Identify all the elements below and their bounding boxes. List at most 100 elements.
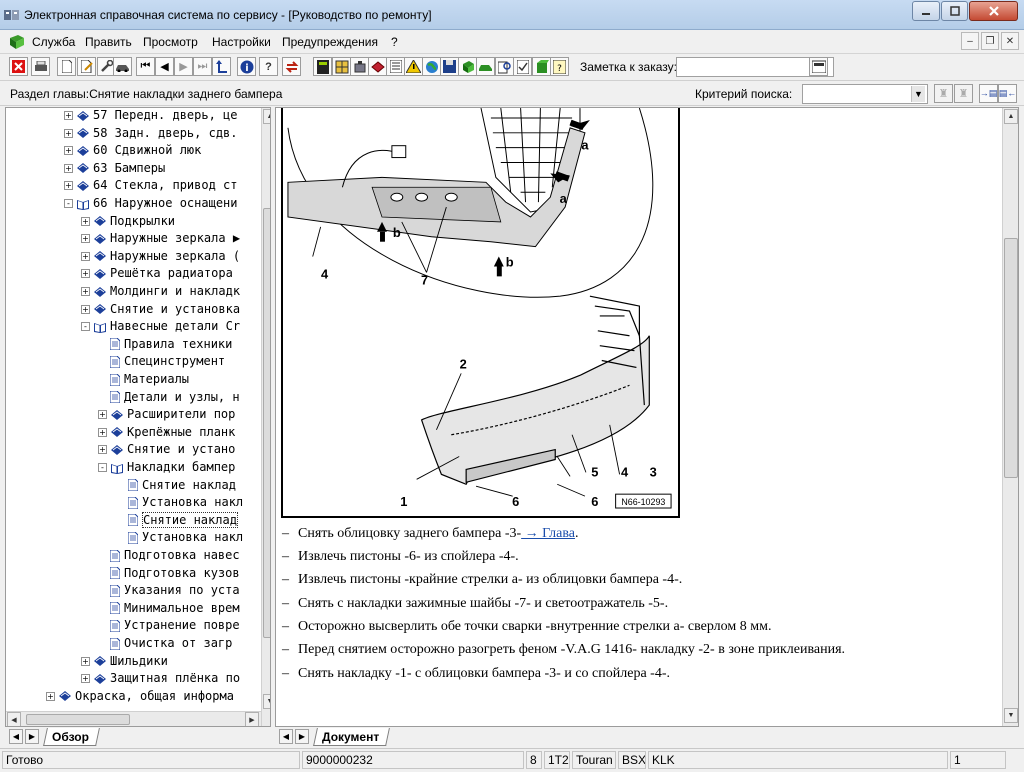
menu-warnings[interactable]: Предупреждения	[282, 35, 378, 49]
doc-scroll-up-button[interactable]: ▲	[1004, 109, 1018, 124]
expand-icon[interactable]: +	[64, 181, 73, 191]
tree-item[interactable]: + Окраска, общая информа	[46, 688, 234, 705]
expand-icon[interactable]: +	[81, 216, 90, 226]
engine-button[interactable]	[350, 57, 369, 76]
tree-item[interactable]: +60 Сдвижной люк	[64, 142, 201, 159]
expand-icon[interactable]: +	[81, 287, 90, 296]
minimize-button[interactable]	[912, 1, 940, 21]
collapse-button[interactable]: →▤	[979, 84, 998, 103]
expand-icon[interactable]: +	[81, 234, 90, 244]
tree-item[interactable]: Снятие наклад	[128, 477, 236, 494]
tree-item[interactable]: Минимальное врем	[110, 600, 240, 617]
collapse-icon[interactable]: -	[64, 199, 73, 208]
expand-icon[interactable]: +	[64, 111, 73, 120]
last-page-button[interactable]: ⏭	[193, 57, 212, 76]
jump-button[interactable]	[212, 57, 231, 76]
expand-icon[interactable]: +	[64, 128, 73, 138]
expand-icon[interactable]: +	[81, 656, 90, 666]
doc-scroll-thumb[interactable]	[1004, 238, 1018, 478]
expand-icon[interactable]: +	[64, 146, 73, 156]
tree-item[interactable]: + Снятие и устано	[98, 441, 235, 458]
info-button[interactable]: i	[237, 57, 256, 76]
doc-tab-scroll-left-button[interactable]: ◀	[279, 729, 293, 744]
tree-item[interactable]: + Наружные зеркала ▶	[81, 230, 240, 247]
notes-button[interactable]: ?	[550, 57, 569, 76]
menu-help[interactable]: ?	[391, 35, 398, 49]
tree-vertical-scrollbar[interactable]: ▲ ▼	[261, 108, 270, 726]
tree-item[interactable]: Установка накл	[128, 529, 243, 546]
tree-item[interactable]: + Крепёжные планк	[98, 424, 235, 441]
search-criteria-select[interactable]: ▼	[802, 84, 928, 104]
tree-item[interactable]: + Шильдики	[81, 653, 168, 670]
tree-item[interactable]: - Навесные детали Cr	[81, 318, 240, 335]
search-prev-button[interactable]: ♜	[934, 84, 953, 103]
expand-icon[interactable]: +	[81, 269, 90, 279]
tree-item[interactable]: Установка накл	[128, 494, 243, 511]
tree-item[interactable]: + Снятие и установка	[81, 301, 240, 318]
menu-edit[interactable]: Править	[85, 35, 132, 49]
exit-button[interactable]	[9, 57, 28, 76]
tree-item[interactable]: + Наружные зеркала (	[81, 248, 240, 265]
expand-icon[interactable]: +	[46, 691, 55, 701]
tree-item[interactable]: +57 Передн. дверь, це	[64, 108, 238, 124]
component-green-button[interactable]	[458, 57, 477, 76]
globe-button[interactable]	[422, 57, 441, 76]
print-button[interactable]	[31, 57, 50, 76]
save-button[interactable]	[440, 57, 459, 76]
collapse-icon[interactable]: -	[81, 322, 90, 332]
tree-item[interactable]: +63 Бамперы	[64, 160, 165, 177]
first-page-button[interactable]: ⏮	[136, 57, 155, 76]
doc-scroll-down-button[interactable]: ▼	[1004, 708, 1018, 723]
list-button[interactable]	[386, 57, 405, 76]
tree-hscroll-thumb[interactable]	[26, 714, 130, 725]
tree-item[interactable]: - 66 Наружное оснащени	[64, 195, 238, 212]
tree-scroll-thumb[interactable]	[263, 208, 270, 638]
search-next-button[interactable]: ♜	[954, 84, 973, 103]
tree-item[interactable]: + Расширители пор	[98, 406, 235, 423]
tree-horizontal-scrollbar[interactable]: ◀ ▶	[6, 711, 261, 726]
maximize-button[interactable]	[941, 1, 968, 21]
refresh-button[interactable]	[282, 57, 301, 76]
scroll-down-button[interactable]: ▼	[263, 694, 270, 709]
database-button[interactable]	[532, 57, 551, 76]
tree-item[interactable]: + Подкрылки	[81, 213, 175, 230]
chapter-link[interactable]: → Глава	[521, 526, 575, 541]
expand-icon[interactable]: +	[81, 304, 90, 314]
scroll-left-button[interactable]: ◀	[7, 712, 21, 726]
expand-icon[interactable]: +	[64, 163, 73, 173]
next-page-button[interactable]: ▶	[174, 57, 193, 76]
collapse-icon[interactable]: -	[98, 463, 107, 472]
expand-icon[interactable]: +	[98, 427, 107, 437]
tree-item[interactable]: Снятие наклад	[128, 511, 238, 529]
tree-item[interactable]: Подготовка навес	[110, 547, 240, 564]
mdi-minimize-button[interactable]: –	[961, 32, 979, 50]
tree-item[interactable]: +58 Задн. дверь, сдв.	[64, 125, 238, 142]
tree-item[interactable]: Специнструмент	[110, 353, 225, 370]
tree-item[interactable]: + Решётка радиатора	[81, 265, 233, 282]
tree-item[interactable]: Правила техники	[110, 336, 232, 353]
parts-button[interactable]	[332, 57, 351, 76]
tab-document[interactable]: Документ	[313, 728, 391, 746]
menu-view[interactable]: Просмотр	[143, 35, 198, 49]
scroll-right-button[interactable]: ▶	[245, 712, 259, 726]
tab-scroll-left-button[interactable]: ◀	[9, 729, 23, 744]
mdi-restore-button[interactable]: ❐	[981, 32, 999, 50]
previous-page-button[interactable]: ◀	[155, 57, 174, 76]
tree-item[interactable]: Устранение повре	[110, 617, 240, 634]
tree-item[interactable]: Детали и узлы, н	[110, 389, 240, 406]
scroll-up-button[interactable]: ▲	[263, 109, 270, 124]
expand-button[interactable]: ▤←	[998, 84, 1017, 103]
tree-item[interactable]: Подготовка кузов	[110, 565, 240, 582]
tree-item[interactable]: + Молдинги и накладк	[81, 283, 240, 300]
calculator-button[interactable]	[313, 57, 332, 76]
checklist-button[interactable]	[513, 57, 532, 76]
menu-settings[interactable]: Настройки	[212, 35, 271, 49]
tab-overview[interactable]: Обзор	[43, 728, 100, 746]
tree-item[interactable]: +64 Стекла, привод ст	[64, 177, 238, 194]
tab-scroll-right-button[interactable]: ▶	[25, 729, 39, 744]
diagnosis-button[interactable]	[368, 57, 387, 76]
tree-item[interactable]: Указания по уста	[110, 582, 240, 599]
search-button[interactable]	[495, 57, 514, 76]
new-document-button[interactable]	[57, 57, 76, 76]
warning-button[interactable]	[404, 57, 423, 76]
